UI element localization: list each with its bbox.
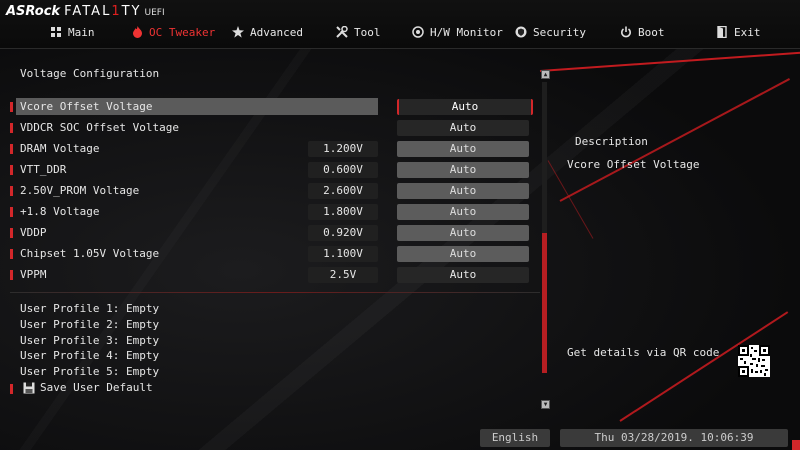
tab-exit[interactable]: Exit	[716, 24, 761, 40]
tab-label: OC Tweaker	[149, 25, 216, 39]
row-marker	[10, 270, 13, 280]
tab-label: H/W Monitor	[430, 25, 503, 39]
user-profile-4[interactable]: User Profile 4: Empty	[20, 349, 159, 362]
scroll-up-arrow[interactable]: ▲	[541, 70, 550, 79]
tab-oc-tweaker[interactable]: OC Tweaker	[131, 24, 215, 40]
tab-tool[interactable]: Tool	[336, 24, 381, 40]
row-marker	[10, 123, 13, 133]
setting-option[interactable]: Auto	[397, 99, 533, 115]
setting-label: VDDP	[20, 226, 47, 239]
setting-row-vddcr-soc[interactable]: VDDCR SOC Offset Voltage Auto	[0, 119, 540, 138]
tab-label: Advanced	[250, 25, 303, 39]
shield-icon	[515, 26, 527, 38]
tab-label: Exit	[734, 25, 761, 39]
setting-row-dram[interactable]: DRAM Voltage 1.200V Auto	[0, 140, 540, 159]
save-user-default-button[interactable]: Save User Default	[0, 380, 300, 398]
setting-row-chipset[interactable]: Chipset 1.05V Voltage 1.100V Auto	[0, 245, 540, 264]
setting-option[interactable]: Auto	[397, 204, 529, 220]
row-marker	[10, 165, 13, 175]
setting-label: VTT_DDR	[20, 163, 67, 176]
user-profile-1[interactable]: User Profile 1: Empty	[20, 302, 159, 315]
star-icon	[232, 26, 244, 38]
floppy-disk-icon	[23, 382, 35, 394]
setting-label: Chipset 1.05V Voltage	[20, 247, 160, 260]
power-icon	[620, 26, 632, 38]
setting-label: Vcore Offset Voltage	[20, 100, 153, 113]
asrock-logo: ASRock FATAL1TY UEFI	[6, 4, 165, 19]
setting-row-vtt-ddr[interactable]: VTT_DDR 0.600V Auto	[0, 161, 540, 180]
description-text: Vcore Offset Voltage	[567, 158, 700, 171]
tab-label: Boot	[638, 25, 665, 39]
tab-security[interactable]: Security	[515, 24, 586, 40]
current-value: 1.100V	[308, 246, 378, 262]
accent-line	[547, 160, 594, 239]
setting-row-vcore-offset[interactable]: Vcore Offset Voltage Auto	[0, 98, 540, 117]
current-value: 1.800V	[308, 204, 378, 220]
tab-label: Tool	[354, 25, 381, 39]
top-bar: ASRock FATAL1TY UEFI Main OC Tweaker Advan…	[0, 0, 800, 49]
setting-option[interactable]: Auto	[397, 183, 529, 199]
grid-icon	[50, 26, 62, 38]
tab-boot[interactable]: Boot	[620, 24, 665, 40]
current-value: 2.5V	[308, 267, 378, 283]
page-title: Voltage Configuration	[20, 67, 160, 80]
setting-row-vppm[interactable]: VPPM 2.5V Auto	[0, 266, 540, 285]
setting-row-vddp[interactable]: VDDP 0.920V Auto	[0, 224, 540, 243]
tab-label: Security	[533, 25, 586, 39]
accent-line	[539, 51, 800, 72]
setting-label: 2.50V_PROM Voltage	[20, 184, 140, 197]
setting-row-prom[interactable]: 2.50V_PROM Voltage 2.600V Auto	[0, 182, 540, 201]
divider	[10, 292, 540, 293]
user-profile-5[interactable]: User Profile 5: Empty	[20, 365, 159, 378]
setting-label: VPPM	[20, 268, 47, 281]
setting-row-1-8[interactable]: +1.8 Voltage 1.800V Auto	[0, 203, 540, 222]
corner-accent	[792, 440, 800, 450]
row-marker	[10, 228, 13, 238]
scroll-down-arrow[interactable]: ▼	[541, 400, 550, 409]
row-marker	[10, 102, 13, 112]
qr-code	[738, 345, 770, 377]
current-value: 0.600V	[308, 162, 378, 178]
flame-icon	[131, 26, 143, 38]
setting-option[interactable]: Auto	[397, 141, 529, 157]
setting-label: VDDCR SOC Offset Voltage	[20, 121, 179, 134]
save-label: Save User Default	[40, 381, 153, 394]
monitor-icon	[412, 26, 424, 38]
datetime-display: Thu 03/28/2019. 10:06:39	[560, 429, 788, 447]
tab-advanced[interactable]: Advanced	[232, 24, 303, 40]
setting-option[interactable]: Auto	[397, 246, 529, 262]
setting-label: +1.8 Voltage	[20, 205, 100, 218]
row-marker	[10, 384, 13, 394]
setting-option[interactable]: Auto	[397, 267, 529, 283]
current-value: 2.600V	[308, 183, 378, 199]
setting-label: DRAM Voltage	[20, 142, 100, 155]
description-title: Description	[575, 135, 648, 148]
language-selector[interactable]: English	[480, 429, 550, 447]
scrollbar-thumb[interactable]	[542, 233, 547, 373]
tab-label: Main	[68, 25, 95, 39]
setting-option[interactable]: Auto	[397, 162, 529, 178]
setting-option[interactable]: Auto	[397, 225, 529, 241]
qr-caption: Get details via QR code	[567, 346, 720, 359]
tab-hw-monitor[interactable]: H/W Monitor	[412, 24, 503, 40]
row-marker	[10, 144, 13, 154]
current-value: 0.920V	[308, 225, 378, 241]
current-value: 1.200V	[308, 141, 378, 157]
setting-option[interactable]: Auto	[397, 120, 529, 136]
row-marker	[10, 207, 13, 217]
row-marker	[10, 249, 13, 259]
exit-icon	[716, 26, 728, 38]
user-profile-3[interactable]: User Profile 3: Empty	[20, 334, 159, 347]
tools-icon	[336, 26, 348, 38]
row-marker	[10, 186, 13, 196]
tab-main[interactable]: Main	[50, 24, 95, 40]
user-profile-2[interactable]: User Profile 2: Empty	[20, 318, 159, 331]
